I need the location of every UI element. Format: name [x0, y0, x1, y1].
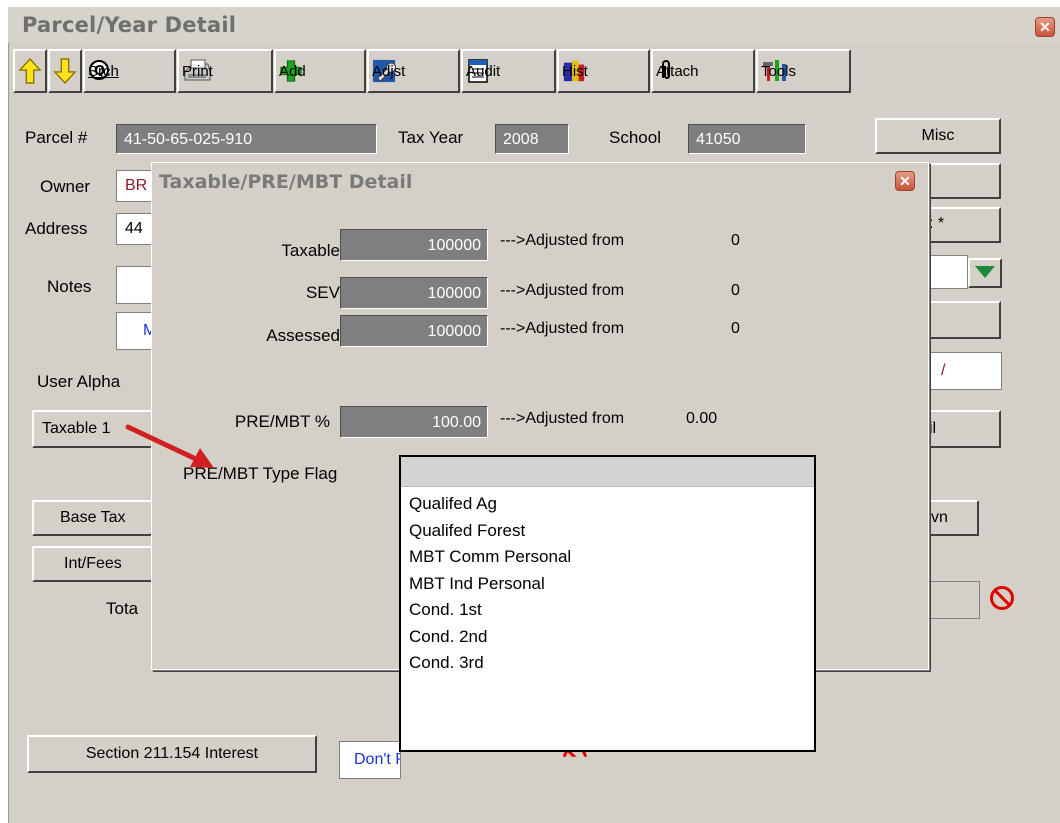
annotation-arrow-icon [125, 424, 214, 468]
